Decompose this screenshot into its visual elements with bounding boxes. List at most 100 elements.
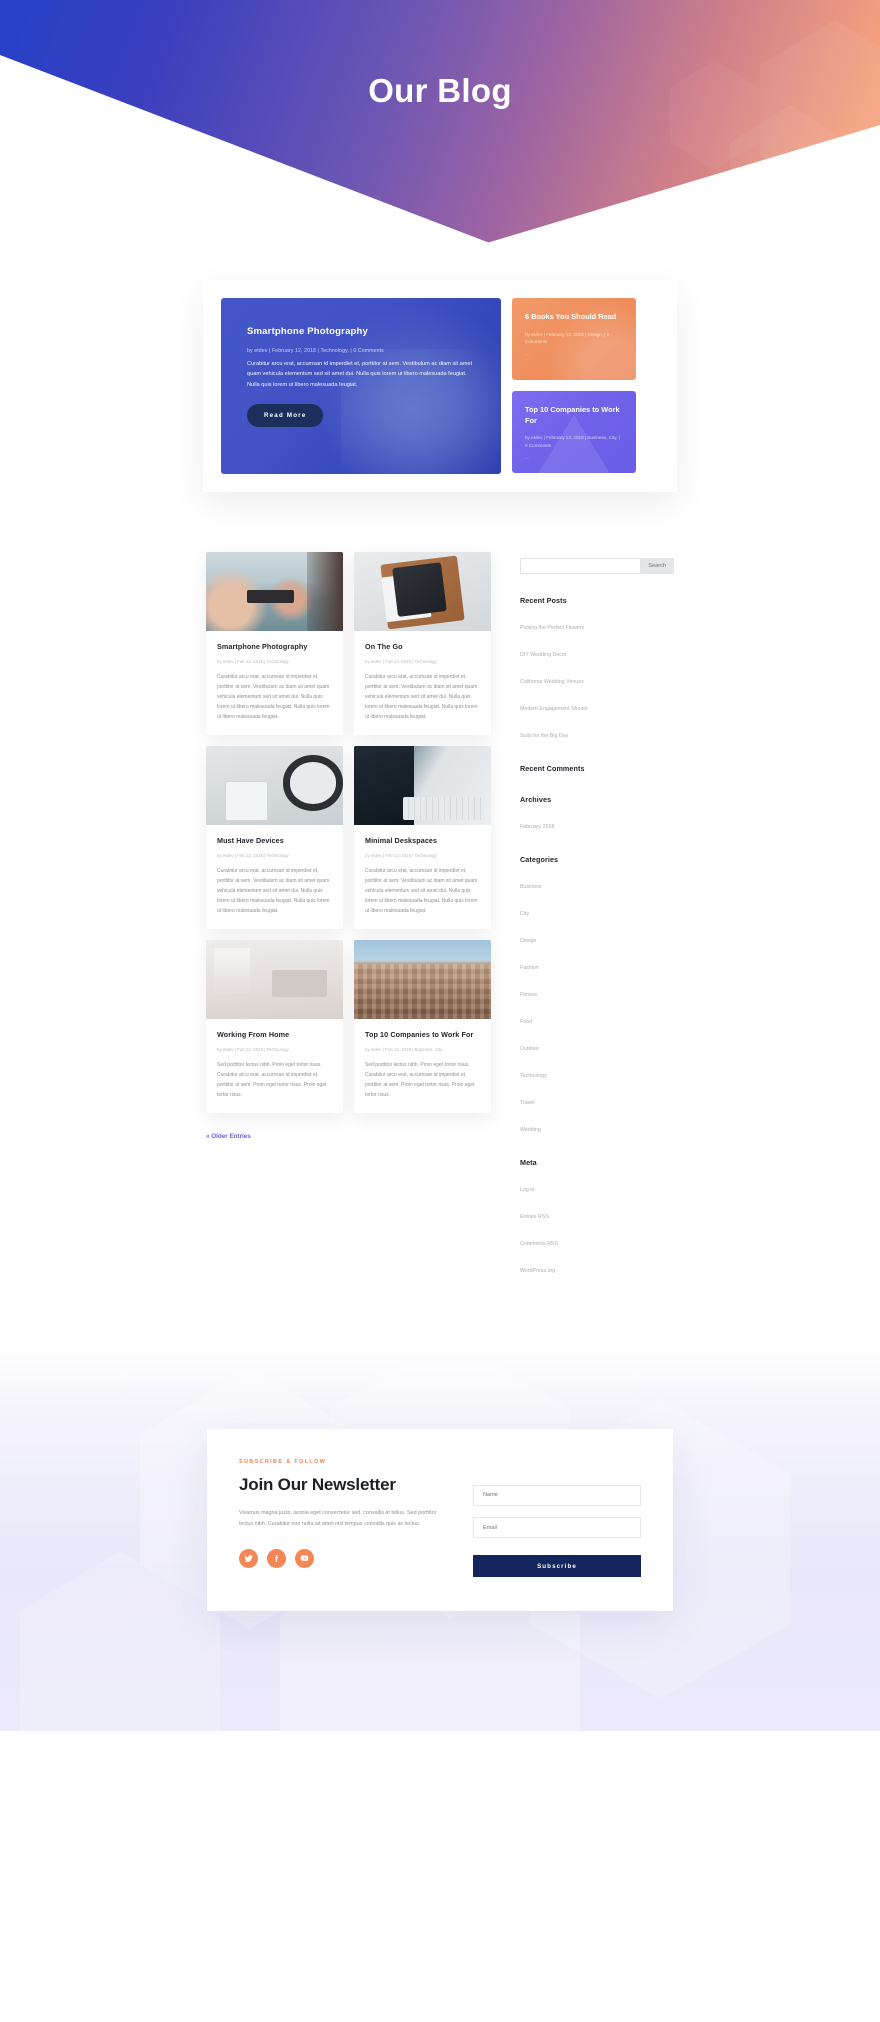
newsletter-card: SUBSCRIBE & FOLLOW Join Our Newsletter V… (207, 1429, 673, 1611)
list-item[interactable]: Suits for the Big Day (520, 724, 674, 742)
post-thumbnail-image (354, 940, 491, 1019)
list-item[interactable]: February 2018 (520, 815, 674, 833)
list-item[interactable]: California Wedding Venues (520, 670, 674, 688)
widget-title: Categories (520, 855, 559, 864)
category-link[interactable]: Business (520, 884, 542, 890)
search-input[interactable] (520, 558, 642, 574)
featured-panel: Smartphone Photography by etdev | Februa… (203, 280, 677, 492)
recent-post-link[interactable]: California Wedding Venues (520, 679, 584, 685)
list-item[interactable]: Modern Engagement Shoots (520, 697, 674, 715)
social-links (239, 1548, 451, 1568)
category-link[interactable]: City (520, 911, 529, 917)
category-link[interactable]: Fitness (520, 992, 537, 998)
list-item[interactable]: Technology (520, 1064, 674, 1082)
widget-title: Archives (520, 795, 552, 804)
category-link[interactable]: Wedding (520, 1127, 541, 1133)
list-item[interactable]: City (520, 902, 674, 920)
post-card[interactable]: Minimal Deskspaces by etdev | Feb 12, 20… (354, 746, 491, 929)
archive-link[interactable]: February 2018 (520, 824, 554, 830)
page-hero: Our Blog (0, 0, 880, 250)
meta-link-comments-rss[interactable]: Comments RSS (520, 1241, 558, 1247)
facebook-icon[interactable] (267, 1548, 286, 1568)
hexagon-decor-icon (760, 20, 880, 200)
post-card[interactable]: Must Have Devices by etdev | Feb 12, 201… (206, 746, 343, 929)
post-title[interactable]: On The Go (365, 642, 480, 651)
featured-card-meta: by etdev | February 12, 2018 | Design, |… (525, 331, 610, 345)
widget-title: Meta (520, 1158, 537, 1167)
post-title[interactable]: Must Have Devices (217, 836, 332, 845)
post-card[interactable]: Working From Home by etdev | Feb 12, 201… (206, 940, 343, 1113)
blog-posts-grid: Smartphone Photography by etdev | Feb 12… (206, 552, 506, 1113)
category-link[interactable]: Technology (520, 1073, 547, 1079)
list-item[interactable]: Business (520, 875, 674, 893)
category-link[interactable]: Food (520, 1019, 532, 1025)
post-excerpt: Curabitur arcu erat, accumsan id imperdi… (217, 868, 330, 914)
featured-card-books[interactable]: 6 Books You Should Read by etdev | Febru… (512, 298, 636, 380)
list-item[interactable]: Picking the Perfect Flowers (520, 616, 674, 634)
category-link[interactable]: Outdoor (520, 1046, 539, 1052)
meta-link-wordpress[interactable]: WordPress.org (520, 1268, 555, 1274)
list-item[interactable]: Travel (520, 1091, 674, 1109)
post-meta: by etdev | Feb 12, 2018 | Business, City (365, 1047, 443, 1052)
featured-card-title: 6 Books You Should Read (525, 312, 617, 321)
list-item[interactable]: Log in (520, 1178, 674, 1196)
post-card[interactable]: Top 10 Companies to Work For by etdev | … (354, 940, 491, 1113)
twitter-icon[interactable] (239, 1548, 258, 1568)
page-title: Our Blog (368, 72, 512, 109)
meta-link-entries-rss[interactable]: Entries RSS (520, 1214, 549, 1220)
post-title[interactable]: Minimal Deskspaces (365, 836, 480, 845)
list-item[interactable]: Outdoor (520, 1037, 674, 1055)
post-thumbnail-image (354, 746, 491, 825)
widget-categories: Categories Business City Design Fashion … (520, 855, 674, 1136)
widget-title: Recent Comments (520, 764, 585, 773)
featured-main-post[interactable]: Smartphone Photography by etdev | Februa… (221, 298, 501, 474)
widget-meta: Meta Log in Entries RSS Comments RSS Wor… (520, 1158, 674, 1277)
list-item[interactable]: Comments RSS (520, 1232, 674, 1250)
post-title[interactable]: Working From Home (217, 1030, 332, 1039)
post-meta: by etdev | Feb 12, 2018 | Technology (217, 853, 289, 858)
subscribe-button[interactable]: Subscribe (473, 1555, 641, 1577)
category-link[interactable]: Design (520, 938, 537, 944)
featured-posts-section: Smartphone Photography by etdev | Februa… (0, 250, 880, 552)
post-excerpt: Curabitur arcu erat, accumsan id imperdi… (365, 674, 478, 720)
post-title[interactable]: Smartphone Photography (217, 642, 332, 651)
post-excerpt: Curabitur arcu erat, accumsan id imperdi… (365, 868, 478, 914)
newsletter-email-input[interactable] (473, 1517, 641, 1538)
youtube-icon[interactable] (295, 1548, 314, 1568)
newsletter-name-input[interactable] (473, 1484, 641, 1506)
list-item[interactable]: WordPress.org (520, 1259, 674, 1277)
post-excerpt: Sed porttitor lectus nibh. Proin eget to… (365, 1062, 475, 1098)
recent-post-link[interactable]: Suits for the Big Day (520, 733, 568, 739)
read-more-button[interactable]: Read More (247, 404, 324, 428)
list-item[interactable]: Wedding (520, 1118, 674, 1136)
featured-main-meta: by etdev | February 12, 2018 | Technolog… (247, 348, 384, 354)
recent-post-link[interactable]: Modern Engagement Shoots (520, 706, 587, 712)
post-meta: by etdev | Feb 12, 2018 | Technology (365, 659, 437, 664)
list-item[interactable]: Fashion (520, 956, 674, 974)
category-link[interactable]: Fashion (520, 965, 539, 971)
post-title[interactable]: Top 10 Companies to Work For (365, 1030, 480, 1039)
post-thumbnail-image (206, 552, 343, 631)
post-card[interactable]: Smartphone Photography by etdev | Feb 12… (206, 552, 343, 735)
list-item[interactable]: Design (520, 929, 674, 947)
newsletter-section: SUBSCRIBE & FOLLOW Join Our Newsletter V… (0, 1339, 880, 1731)
featured-card-excerpt: ... (525, 454, 529, 460)
post-meta: by etdev | Feb 12, 2018 | Technology (365, 853, 437, 858)
list-item[interactable]: Fitness (520, 983, 674, 1001)
post-card[interactable]: On The Go by etdev | Feb 12, 2018 | Tech… (354, 552, 491, 735)
list-item[interactable]: DIY Wedding Decor (520, 643, 674, 661)
recent-post-link[interactable]: DIY Wedding Decor (520, 652, 567, 658)
search-button[interactable]: Search (641, 558, 674, 574)
recent-post-link[interactable]: Picking the Perfect Flowers (520, 625, 584, 631)
list-item[interactable]: Food (520, 1010, 674, 1028)
meta-link-login[interactable]: Log in (520, 1187, 534, 1193)
category-link[interactable]: Travel (520, 1100, 535, 1106)
search-widget: Search (520, 558, 674, 574)
post-excerpt: Curabitur arcu erat, accumsan id imperdi… (217, 674, 330, 720)
older-entries-link[interactable]: « Older Entries (206, 1133, 506, 1140)
widget-recent-comments: Recent Comments (520, 764, 674, 773)
newsletter-heading: Join Our Newsletter (239, 1475, 396, 1494)
featured-card-meta: by etdev | February 12, 2018 | Business,… (525, 435, 620, 449)
featured-card-companies[interactable]: Top 10 Companies to Work For by etdev | … (512, 391, 636, 473)
list-item[interactable]: Entries RSS (520, 1205, 674, 1223)
